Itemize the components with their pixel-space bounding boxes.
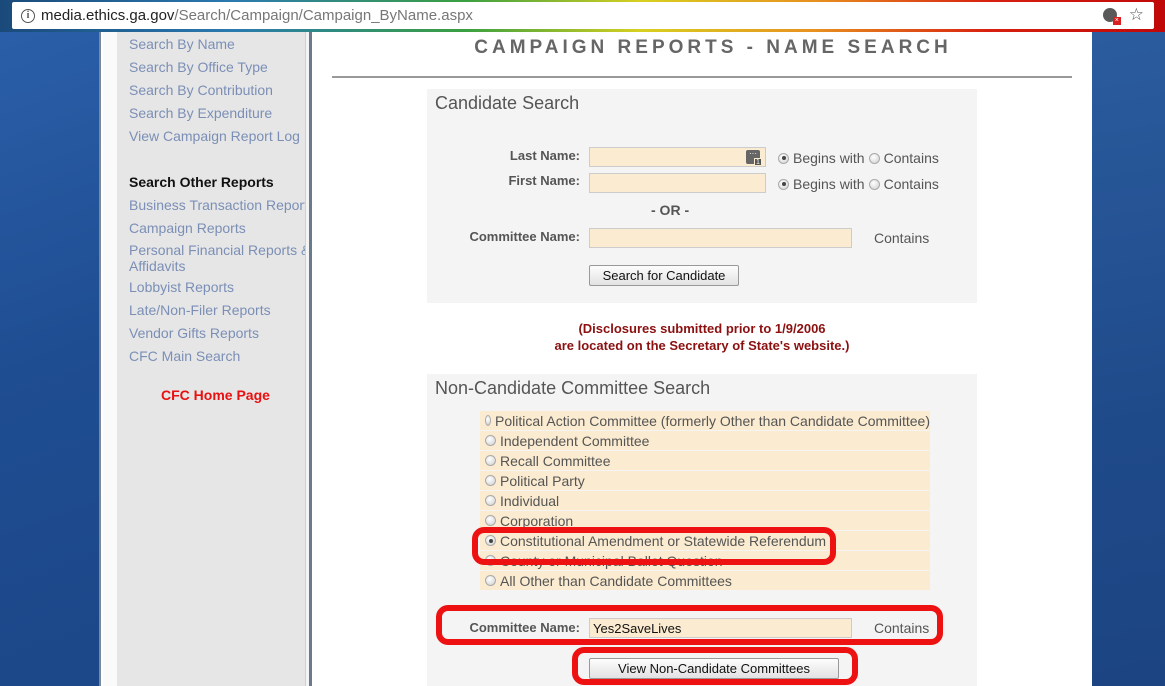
- view-non-candidate-committees-button[interactable]: View Non-Candidate Committees: [589, 658, 839, 679]
- candidate-search-title: Candidate Search: [435, 93, 580, 113]
- cookie-blocked-icon[interactable]: ×: [1102, 7, 1121, 25]
- option-corporation[interactable]: Corporation: [480, 511, 930, 530]
- contains-label: Contains: [883, 176, 939, 192]
- non-candidate-search-panel: Non-Candidate Committee Search Political…: [427, 374, 977, 686]
- page-background-left: [0, 32, 101, 686]
- or-separator: - OR -: [651, 202, 690, 218]
- notice-line-1: (Disclosures submitted prior to 1/9/2006: [578, 321, 826, 336]
- candidate-search-panel: Candidate Search Last Name: ··· 1 Begins …: [427, 89, 977, 303]
- sidebar-link-late-non-filer[interactable]: Late/Non-Filer Reports: [129, 302, 271, 318]
- cfc-home-link[interactable]: CFC Home Page: [161, 387, 270, 403]
- candidate-committee-name-input[interactable]: [589, 228, 852, 248]
- radio-button-selected[interactable]: [485, 535, 496, 546]
- disclosure-notice: (Disclosures submitted prior to 1/9/2006…: [427, 320, 977, 354]
- option-independent-committee[interactable]: Independent Committee: [480, 431, 930, 450]
- option-all-other[interactable]: All Other than Candidate Committees: [480, 571, 930, 590]
- first-name-input[interactable]: [589, 173, 766, 193]
- sidebar-link-business-transaction[interactable]: Business Transaction Reports: [129, 197, 315, 213]
- radio-button[interactable]: [485, 495, 496, 506]
- option-political-action-committee[interactable]: Political Action Committee (formerly Oth…: [480, 411, 930, 430]
- option-constitutional-amendment[interactable]: Constitutional Amendment or Statewide Re…: [480, 531, 930, 550]
- bookmark-star-icon[interactable]: ☆: [1129, 6, 1144, 24]
- option-individual[interactable]: Individual: [480, 491, 930, 510]
- autofill-icon[interactable]: ··· 1: [746, 150, 762, 166]
- option-recall-committee[interactable]: Recall Committee: [480, 451, 930, 470]
- sidebar-link-affidavits[interactable]: Affidavits: [129, 258, 186, 274]
- radio-button[interactable]: [485, 575, 496, 586]
- radio-button[interactable]: [485, 415, 492, 426]
- option-label: Independent Committee: [500, 432, 650, 449]
- begins-with-label: Begins with: [793, 176, 865, 192]
- sidebar-link-search-by-office-type[interactable]: Search By Office Type: [129, 59, 268, 75]
- notice-line-2: are located on the Secretary of State's …: [554, 338, 850, 353]
- search-for-candidate-button[interactable]: Search for Candidate: [589, 265, 739, 286]
- sidebar-link-cfc-main-search[interactable]: CFC Main Search: [129, 348, 240, 364]
- radio-button[interactable]: [485, 515, 496, 526]
- option-county-municipal-ballot[interactable]: County or Municipal Ballot Question: [480, 551, 930, 570]
- sidebar-link-vendor-gifts[interactable]: Vendor Gifts Reports: [129, 325, 259, 341]
- sidebar-link-view-report-log[interactable]: View Campaign Report Log: [129, 128, 300, 144]
- first-name-begins-with-radio[interactable]: [778, 178, 789, 190]
- last-name-begins-with-radio[interactable]: [778, 152, 789, 164]
- radio-button[interactable]: [485, 555, 496, 566]
- option-label: Constitutional Amendment or Statewide Re…: [500, 532, 827, 549]
- sidebar-link-personal-financial[interactable]: Personal Financial Reports &: [129, 242, 310, 258]
- option-label: All Other than Candidate Committees: [500, 572, 732, 589]
- begins-with-label: Begins with: [793, 150, 865, 166]
- url-text[interactable]: media.ethics.ga.gov/Search/Campaign/Camp…: [41, 7, 473, 24]
- committee-contains-label: Contains: [874, 230, 930, 246]
- url-host: media.ethics.ga.gov: [41, 7, 175, 24]
- option-label: Individual: [500, 492, 560, 509]
- first-name-contains-radio[interactable]: [868, 178, 880, 190]
- option-label: Political Action Committee (formerly Oth…: [495, 412, 930, 429]
- sidebar-section-header: Search Other Reports: [129, 174, 274, 190]
- sidebar-link-search-by-name[interactable]: Search By Name: [129, 36, 235, 52]
- first-name-label: First Name:: [508, 173, 580, 188]
- contains-label: Contains: [883, 150, 939, 166]
- radio-button[interactable]: [485, 455, 496, 466]
- page-background-right: [1092, 32, 1165, 686]
- option-political-party[interactable]: Political Party: [480, 471, 930, 490]
- radio-button[interactable]: [485, 475, 496, 486]
- page-title: CAMPAIGN REPORTS - NAME SEARCH: [474, 37, 952, 58]
- sidebar-link-search-by-contribution[interactable]: Search By Contribution: [129, 82, 273, 98]
- option-label: Political Party: [500, 472, 585, 489]
- non-candidate-search-title: Non-Candidate Committee Search: [435, 378, 711, 398]
- option-label: Corporation: [500, 512, 574, 529]
- url-path: /Search/Campaign/Campaign_ByName.aspx: [174, 7, 473, 24]
- committee-type-options: Political Action Committee (formerly Oth…: [480, 411, 930, 591]
- nc-committee-name-label: Committee Name:: [469, 620, 580, 635]
- option-label: County or Municipal Ballot Question: [500, 552, 723, 569]
- sidebar-link-lobbyist[interactable]: Lobbyist Reports: [129, 279, 234, 295]
- title-divider: [332, 76, 1072, 78]
- sidebar-nav: Search By Name Search By Office Type Sea…: [117, 32, 315, 686]
- last-name-mode: Begins with Contains: [778, 150, 939, 166]
- option-label: Recall Committee: [500, 452, 611, 469]
- first-name-mode: Begins with Contains: [778, 176, 939, 192]
- address-bar[interactable]: i media.ethics.ga.gov/Search/Campaign/Ca…: [12, 2, 1154, 29]
- main-content: CAMPAIGN REPORTS - NAME SEARCH Candidate…: [312, 32, 1092, 686]
- page-gutter: [103, 32, 117, 686]
- last-name-contains-radio[interactable]: [868, 152, 880, 164]
- radio-button[interactable]: [485, 435, 496, 446]
- committee-name-label: Committee Name:: [469, 229, 580, 244]
- browser-toolbar: i media.ethics.ga.gov/Search/Campaign/Ca…: [0, 0, 1165, 32]
- nc-contains-label: Contains: [874, 620, 930, 636]
- sidebar-link-search-by-expenditure[interactable]: Search By Expenditure: [129, 105, 272, 121]
- nc-committee-name-input[interactable]: [589, 618, 852, 638]
- last-name-label: Last Name:: [509, 148, 580, 163]
- sidebar-link-campaign-reports[interactable]: Campaign Reports: [129, 220, 246, 236]
- info-icon[interactable]: i: [21, 8, 35, 23]
- last-name-input[interactable]: [589, 147, 766, 167]
